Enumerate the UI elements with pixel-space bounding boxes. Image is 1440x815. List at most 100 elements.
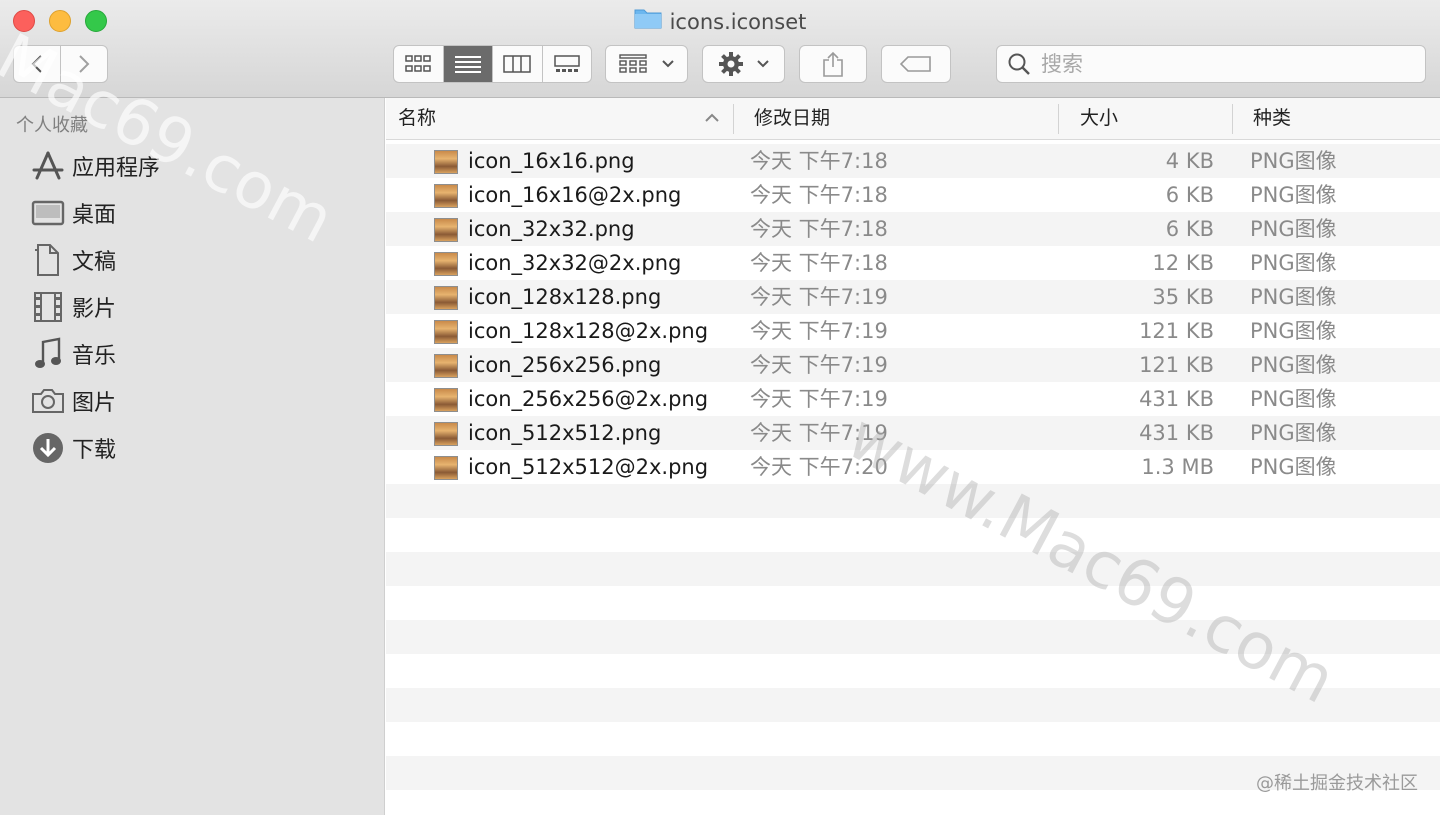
file-kind: PNG图像	[1250, 251, 1337, 275]
window-title: icons.iconset	[0, 6, 1440, 37]
png-file-icon	[434, 422, 458, 446]
file-row[interactable]: icon_16x16@2x.png 今天 下午7:18 6 KB PNG图像	[386, 178, 1440, 212]
file-size: 12 KB	[1152, 251, 1214, 275]
sidebar-item-desktop[interactable]: 桌面	[30, 193, 116, 233]
file-row[interactable]: icon_256x256@2x.png 今天 下午7:19 431 KB PNG…	[386, 382, 1440, 416]
sidebar-item-documents[interactable]: 文稿	[30, 240, 116, 280]
png-file-icon	[434, 320, 458, 344]
sidebar-item-label: 图片	[72, 391, 117, 416]
file-kind: PNG图像	[1250, 319, 1337, 343]
column-header-kind[interactable]: 种类	[1253, 98, 1291, 139]
chevron-left-icon	[31, 55, 42, 73]
file-size: 1.3 MB	[1141, 455, 1214, 479]
window-title-text: icons.iconset	[669, 10, 807, 34]
column-header-size[interactable]: 大小	[1080, 98, 1118, 139]
gallery-view-button[interactable]	[543, 46, 592, 82]
file-kind: PNG图像	[1250, 387, 1337, 411]
sidebar-item-downloads[interactable]: 下载	[30, 428, 116, 468]
list-view-button[interactable]	[443, 46, 493, 82]
file-row[interactable]: icon_128x128.png 今天 下午7:19 35 KB PNG图像	[386, 280, 1440, 314]
file-date: 今天 下午7:18	[750, 149, 888, 173]
sort-ascending-icon	[705, 113, 719, 122]
edit-tags-button[interactable]	[881, 45, 951, 83]
column-header-name[interactable]: 名称	[398, 98, 436, 139]
file-list: icon_16x16.png 今天 下午7:18 4 KB PNG图像 icon…	[386, 140, 1440, 815]
file-date: 今天 下午7:19	[750, 387, 888, 411]
file-name: icon_16x16@2x.png	[468, 183, 682, 207]
documents-icon	[30, 242, 66, 278]
sidebar-item-applications[interactable]: 应用程序	[30, 146, 160, 186]
file-name: icon_256x256.png	[468, 353, 662, 377]
file-size: 121 KB	[1139, 353, 1214, 377]
file-name: icon_32x32@2x.png	[468, 251, 682, 275]
file-row[interactable]: icon_512x512.png 今天 下午7:19 431 KB PNG图像	[386, 416, 1440, 450]
icon-view-button[interactable]	[394, 46, 444, 82]
column-header-date[interactable]: 修改日期	[754, 98, 830, 139]
file-date: 今天 下午7:19	[750, 353, 888, 377]
applications-icon	[30, 148, 66, 184]
file-name: icon_32x32.png	[468, 217, 635, 241]
png-file-icon	[434, 150, 458, 174]
file-size: 35 KB	[1152, 285, 1214, 309]
file-size: 121 KB	[1139, 319, 1214, 343]
music-icon	[30, 336, 66, 372]
file-row[interactable]: icon_32x32@2x.png 今天 下午7:18 12 KB PNG图像	[386, 246, 1440, 280]
column-view-button[interactable]	[493, 46, 543, 82]
file-date: 今天 下午7:18	[750, 183, 888, 207]
empty-row	[386, 620, 1440, 654]
file-row[interactable]: icon_32x32.png 今天 下午7:18 6 KB PNG图像	[386, 212, 1440, 246]
share-button[interactable]	[799, 45, 867, 83]
sidebar-item-music[interactable]: 音乐	[30, 334, 116, 374]
back-button[interactable]	[13, 45, 61, 83]
file-kind: PNG图像	[1250, 421, 1337, 445]
column-divider[interactable]	[1232, 104, 1233, 134]
sidebar-item-label: 文稿	[72, 250, 117, 275]
sidebar-item-pictures[interactable]: 图片	[30, 381, 116, 421]
file-size: 6 KB	[1165, 217, 1214, 241]
file-row[interactable]: icon_256x256.png 今天 下午7:19 121 KB PNG图像	[386, 348, 1440, 382]
file-kind: PNG图像	[1250, 455, 1337, 479]
icon-grid-icon	[405, 55, 431, 72]
file-kind: PNG图像	[1250, 183, 1337, 207]
pictures-icon	[30, 383, 66, 419]
search-icon	[1008, 53, 1030, 75]
search-field[interactable]	[996, 45, 1426, 83]
movies-icon	[30, 289, 66, 325]
file-date: 今天 下午7:19	[750, 421, 888, 445]
favorites-header: 个人收藏	[16, 115, 88, 136]
empty-row	[386, 688, 1440, 722]
file-name: icon_128x128.png	[468, 285, 662, 309]
file-size: 431 KB	[1139, 387, 1214, 411]
sidebar-item-label: 应用程序	[72, 156, 161, 181]
file-name: icon_256x256@2x.png	[468, 387, 709, 411]
file-row[interactable]: icon_128x128@2x.png 今天 下午7:19 121 KB PNG…	[386, 314, 1440, 348]
forward-button[interactable]	[60, 45, 108, 83]
file-date: 今天 下午7:19	[750, 285, 888, 309]
file-size: 431 KB	[1139, 421, 1214, 445]
share-icon	[823, 51, 843, 77]
png-file-icon	[434, 456, 458, 480]
tag-icon	[900, 56, 931, 72]
empty-row	[386, 484, 1440, 518]
chevron-down-icon	[661, 60, 674, 68]
column-divider[interactable]	[1058, 104, 1059, 134]
file-date: 今天 下午7:18	[750, 251, 888, 275]
sidebar-item-movies[interactable]: 影片	[30, 287, 116, 327]
search-input[interactable]	[1039, 51, 1403, 77]
group-by-button[interactable]	[605, 45, 688, 83]
png-file-icon	[434, 388, 458, 412]
column-header-bar: 名称 修改日期 大小 种类	[386, 98, 1440, 140]
file-kind: PNG图像	[1250, 217, 1337, 241]
action-menu-button[interactable]	[702, 45, 785, 83]
file-row[interactable]: icon_16x16.png 今天 下午7:18 4 KB PNG图像	[386, 144, 1440, 178]
file-name: icon_512x512@2x.png	[468, 455, 709, 479]
file-size: 4 KB	[1165, 149, 1214, 173]
view-mode-control	[393, 45, 592, 83]
file-date: 今天 下午7:18	[750, 217, 888, 241]
png-file-icon	[434, 184, 458, 208]
file-date: 今天 下午7:19	[750, 319, 888, 343]
file-row[interactable]: icon_512x512@2x.png 今天 下午7:20 1.3 MB PNG…	[386, 450, 1440, 484]
column-divider[interactable]	[733, 104, 734, 134]
chevron-right-icon	[79, 55, 90, 73]
folder-icon	[634, 7, 662, 37]
